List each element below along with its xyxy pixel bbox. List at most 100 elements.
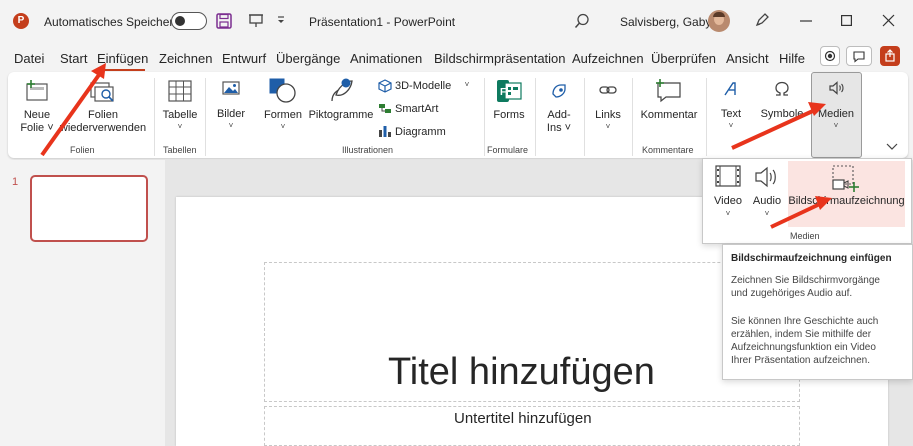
group-label-illustrationen: Illustrationen <box>342 145 394 155</box>
autosave-label: Automatisches Speichern <box>44 15 181 29</box>
tab-einfuegen[interactable]: Einfügen <box>97 51 148 66</box>
tooltip-line: erzählen, indem Sie mithilfe der <box>731 329 872 340</box>
add-ins-label-2[interactable]: Ins ˅ <box>542 122 576 135</box>
slide-thumbnail[interactable] <box>30 175 148 242</box>
shapes-label[interactable]: Formen <box>261 109 305 122</box>
speaker-icon <box>829 81 845 95</box>
video-icon <box>715 165 741 187</box>
media-label[interactable]: Medien <box>812 108 860 121</box>
new-slide-label-1[interactable]: Neue <box>14 109 60 122</box>
table-icon <box>168 80 192 102</box>
group-label-folien: Folien <box>70 145 95 155</box>
chevron-down-icon[interactable]: ˅ <box>723 121 739 130</box>
tooltip-title: Bildschirmaufzeichnung einfügen <box>731 253 892 264</box>
text-icon <box>722 81 738 97</box>
record-button[interactable] <box>820 46 840 66</box>
text-label[interactable]: Text <box>714 108 748 121</box>
smartart-label[interactable]: SmartArt <box>395 103 438 116</box>
pictures-icon <box>222 81 240 95</box>
presentation-start-icon[interactable] <box>248 13 264 29</box>
tab-animationen[interactable]: Animationen <box>350 51 422 66</box>
audio-icon <box>755 166 781 188</box>
active-tab-indicator <box>98 69 145 71</box>
shapes-icon <box>269 78 297 104</box>
pictures-label[interactable]: Bilder <box>212 108 250 121</box>
title-placeholder-text[interactable]: Titel hinzufügen <box>388 351 655 394</box>
3d-models-label[interactable]: 3D-Modelle <box>395 80 451 93</box>
links-label[interactable]: Links <box>590 109 626 122</box>
document-title: Präsentation1 - PowerPoint <box>309 15 456 29</box>
tab-uebergaenge[interactable]: Übergänge <box>276 51 340 66</box>
group-label-tabellen: Tabellen <box>163 145 197 155</box>
user-name[interactable]: Salvisberg, Gaby <box>620 15 711 29</box>
powerpoint-logo-icon: P <box>13 13 29 29</box>
icons-label[interactable]: Piktogramme <box>304 109 378 122</box>
tab-hilfe[interactable]: Hilfe <box>779 51 805 66</box>
tab-entwurf[interactable]: Entwurf <box>222 51 266 66</box>
comment-icon <box>654 79 682 103</box>
group-label-kommentare: Kommentare <box>642 145 694 155</box>
tooltip-line: Aufzeichnungsfunktion ein Video <box>731 342 876 353</box>
table-label[interactable]: Tabelle <box>158 109 202 122</box>
chevron-down-icon[interactable]: ˅ <box>462 80 472 89</box>
subtitle-placeholder-text[interactable]: Untertitel hinzufügen <box>454 410 592 427</box>
chevron-down-icon[interactable]: ˅ <box>223 121 239 130</box>
3d-models-icon <box>378 79 392 93</box>
ribbon-separator <box>154 78 155 156</box>
chevron-down-icon[interactable]: ˅ <box>759 209 775 218</box>
autosave-toggle[interactable] <box>171 12 207 30</box>
ribbon-separator <box>484 78 485 156</box>
chevron-down-icon[interactable]: ˅ <box>275 122 291 131</box>
close-icon[interactable] <box>882 14 895 27</box>
comments-button[interactable] <box>846 46 872 66</box>
symbols-label[interactable]: Symbole <box>758 108 806 121</box>
tooltip-line: Sie können Ihre Geschichte auch <box>731 316 879 327</box>
tab-bildschirmpraesentation[interactable]: Bildschirmpräsentation <box>434 51 566 66</box>
reuse-slides-icon <box>90 80 116 104</box>
add-ins-label-1[interactable]: Add- <box>542 109 576 122</box>
ribbon-collapse-chevron-icon[interactable] <box>886 143 898 151</box>
avatar[interactable] <box>708 10 730 32</box>
minimize-icon[interactable] <box>800 20 812 22</box>
forms-label[interactable]: Forms <box>488 109 530 122</box>
group-label-formulare: Formulare <box>487 145 529 155</box>
tab-start[interactable]: Start <box>60 51 87 66</box>
designer-pen-icon[interactable] <box>754 12 770 28</box>
new-slide-icon <box>26 80 50 102</box>
tab-ueberpruefen[interactable]: Überprüfen <box>651 51 716 66</box>
tab-aufzeichnen[interactable]: Aufzeichnen <box>572 51 644 66</box>
link-icon <box>599 84 617 96</box>
comment-label[interactable]: Kommentar <box>638 109 700 122</box>
tooltip-line: Ihrer Präsentation aufzeichnen. <box>731 355 870 366</box>
reuse-slides-label-2[interactable]: wiederverwenden <box>58 122 148 135</box>
save-icon[interactable] <box>216 13 232 29</box>
tooltip-line: Zeichnen Sie Bildschirmvorgänge <box>731 275 880 286</box>
search-icon[interactable] <box>574 13 590 29</box>
customize-toolbar-icon[interactable] <box>276 15 286 25</box>
chart-label[interactable]: Diagramm <box>395 126 446 139</box>
video-label[interactable]: Video <box>708 195 748 208</box>
add-ins-icon <box>551 82 569 100</box>
ribbon-separator <box>632 78 633 156</box>
tab-zeichnen[interactable]: Zeichnen <box>159 51 212 66</box>
chevron-down-icon[interactable]: ˅ <box>828 121 844 130</box>
chevron-down-icon[interactable]: ˅ <box>172 122 188 131</box>
svg-text:F: F <box>500 87 506 98</box>
ribbon-separator <box>535 78 536 156</box>
tab-ansicht[interactable]: Ansicht <box>726 51 769 66</box>
maximize-icon[interactable] <box>841 15 853 27</box>
ribbon-separator <box>706 78 707 156</box>
ribbon-separator <box>584 78 585 156</box>
chart-icon <box>378 124 392 138</box>
smartart-icon <box>378 102 392 116</box>
audio-label[interactable]: Audio <box>748 195 786 208</box>
tab-datei[interactable]: Datei <box>14 51 44 66</box>
chevron-down-icon[interactable]: ˅ <box>720 209 736 218</box>
reuse-slides-label-1[interactable]: Folien <box>66 109 140 122</box>
icons-pictogram-icon <box>326 77 354 105</box>
chevron-down-icon[interactable]: ˅ <box>600 122 616 131</box>
screen-recording-label[interactable]: Bildschirmaufzeichnung <box>788 195 905 208</box>
slide-number: 1 <box>12 176 19 188</box>
share-button[interactable] <box>880 46 900 66</box>
new-slide-label-2[interactable]: Folie ˅ <box>14 122 60 135</box>
